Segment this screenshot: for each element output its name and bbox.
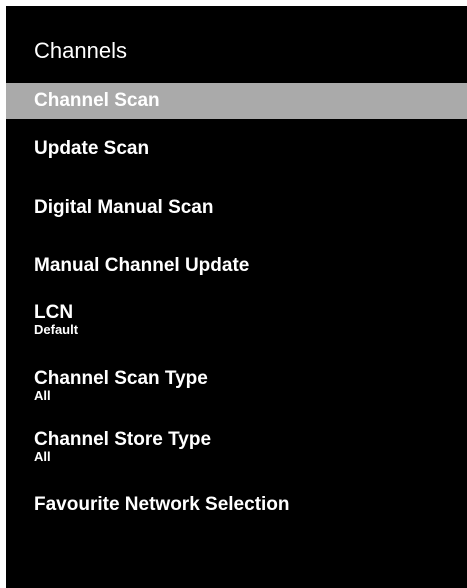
menu-item-channel-store-type[interactable]: Channel Store Type All — [6, 429, 467, 477]
menu-item-channel-scan-type[interactable]: Channel Scan Type All — [6, 368, 467, 416]
menu-item-label: Digital Manual Scan — [34, 197, 214, 218]
menu-item-label: Channel Store Type — [34, 429, 212, 450]
menu-item-label: Channel Scan — [34, 90, 160, 111]
menu-item-channel-scan[interactable]: Channel Scan — [6, 83, 467, 119]
menu-item-value: All — [34, 388, 51, 403]
menu-title: Channels — [34, 38, 127, 63]
menu-item-digital-manual-scan[interactable]: Digital Manual Scan — [6, 197, 467, 233]
menu-item-value: Default — [34, 322, 79, 337]
menu-item-label: LCN — [34, 302, 74, 323]
menu-item-label: Manual Channel Update — [34, 255, 250, 276]
channels-menu-panel: Channels Channel Scan Update Scan Digita… — [6, 6, 467, 588]
menu-item-lcn[interactable]: LCN Default — [6, 302, 467, 350]
menu-item-manual-channel-update[interactable]: Manual Channel Update — [6, 255, 467, 291]
menu-item-label: Update Scan — [34, 138, 150, 159]
menu-item-label: Channel Scan Type — [34, 368, 208, 389]
menu-item-favourite-network-selection[interactable]: Favourite Network Selection — [6, 494, 467, 530]
menu-item-value: All — [34, 449, 51, 464]
menu-item-label: Favourite Network Selection — [34, 494, 290, 515]
menu-item-update-scan[interactable]: Update Scan — [6, 138, 467, 174]
